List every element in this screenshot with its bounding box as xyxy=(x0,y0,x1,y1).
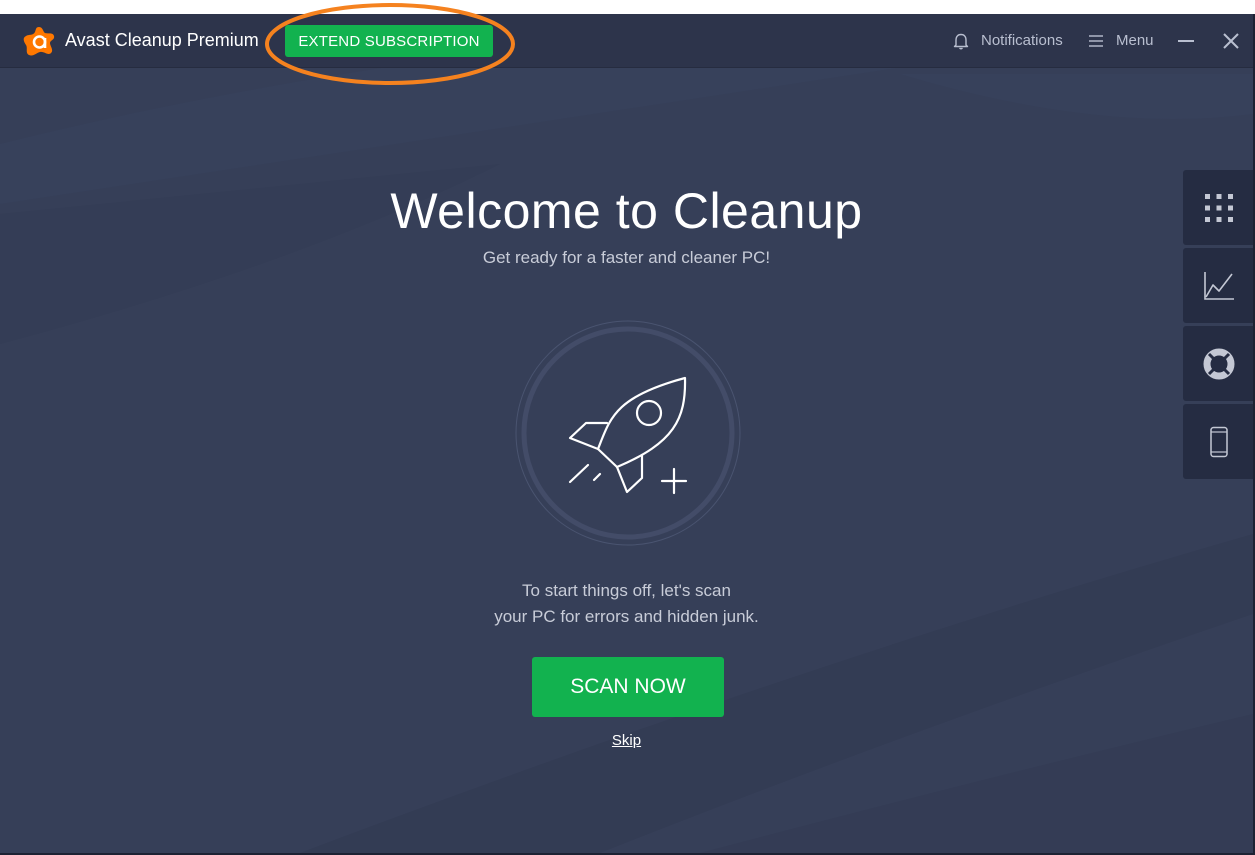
notifications-label: Notifications xyxy=(981,32,1063,49)
side-item-help[interactable] xyxy=(1183,326,1253,401)
page-subtitle: Get ready for a faster and cleaner PC! xyxy=(482,248,771,267)
description-line-2: your PC for errors and hidden junk. xyxy=(494,607,759,626)
description-line-1: To start things off, let's scan xyxy=(522,581,731,600)
extend-subscription-button[interactable]: EXTEND SUBSCRIPTION xyxy=(285,25,493,57)
menu-button[interactable]: Menu xyxy=(1088,32,1154,49)
rocket-plus-icon xyxy=(515,320,741,546)
side-item-mobile[interactable] xyxy=(1183,404,1253,479)
app-title: Avast Cleanup Premium xyxy=(65,30,259,50)
line-chart-icon xyxy=(1204,271,1234,300)
page-title: Welcome to Cleanup xyxy=(390,183,863,239)
notifications-button[interactable]: Notifications xyxy=(953,32,1063,50)
bell-icon xyxy=(953,33,969,49)
skip-link[interactable]: Skip xyxy=(612,732,641,749)
minimize-icon[interactable] xyxy=(1174,29,1198,53)
app-window: Avast Cleanup Premium EXTEND SUBSCRIPTIO… xyxy=(0,14,1255,855)
close-icon[interactable] xyxy=(1219,29,1243,53)
menu-label: Menu xyxy=(1116,32,1154,49)
scan-description: To start things off, let's scan your PC … xyxy=(0,578,1253,630)
skip-link-row: Skip xyxy=(0,732,1253,749)
title-bar: Avast Cleanup Premium EXTEND SUBSCRIPTIO… xyxy=(0,14,1253,68)
smartphone-icon xyxy=(1210,426,1228,457)
hamburger-icon xyxy=(1089,34,1103,47)
avast-logo-icon xyxy=(23,27,55,56)
scan-now-button[interactable]: SCAN NOW xyxy=(532,657,724,717)
lifebuoy-icon xyxy=(1203,348,1235,379)
